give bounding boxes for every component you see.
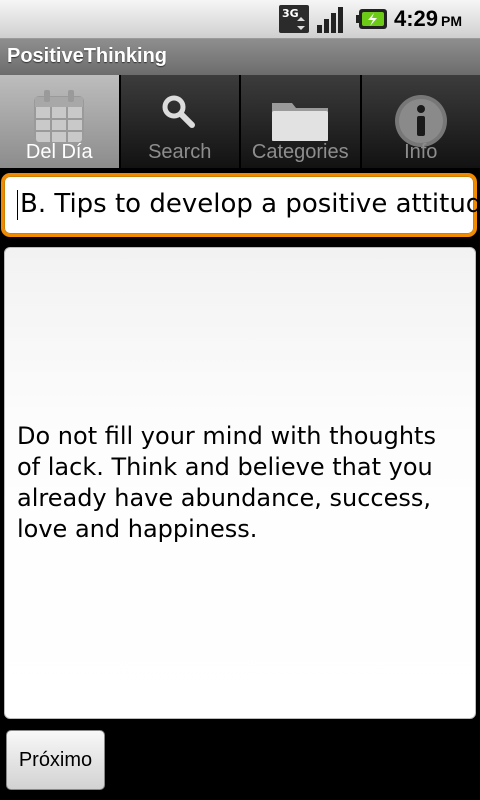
tab-label: Info: [404, 141, 438, 163]
app-title: PositiveThinking: [7, 45, 168, 67]
status-bar: 3G 4:29 PM: [0, 0, 480, 39]
3g-data-icon: 3G: [279, 5, 309, 33]
next-button[interactable]: Próximo: [6, 730, 105, 790]
calendar-icon: [34, 90, 85, 144]
tab-label: Del Día: [25, 141, 93, 163]
signal-strength-icon: [317, 7, 343, 33]
subject-text: B. Tips to develop a positive attitude: [20, 189, 480, 219]
tab-bar: Del Día Search Categories Info: [0, 75, 480, 168]
clock: 4:29 PM: [394, 6, 463, 31]
tab-info[interactable]: Info: [361, 75, 480, 168]
subject-field[interactable]: B. Tips to develop a positive attitude: [4, 176, 480, 234]
svg-text:3G: 3G: [282, 7, 299, 20]
search-icon: [162, 95, 195, 128]
app-title-bar: PositiveThinking: [0, 39, 480, 75]
tab-categories[interactable]: Categories: [241, 75, 362, 168]
tab-label: Search: [148, 141, 212, 163]
tab-search[interactable]: Search: [120, 75, 241, 168]
tip-text: Do not fill your mind with thoughts of l…: [17, 422, 436, 543]
tab-del-dia[interactable]: Del Día: [0, 75, 121, 168]
tip-content-box[interactable]: Do not fill your mind with thoughts of l…: [4, 247, 476, 719]
text-cursor: [17, 190, 18, 220]
folder-icon: [272, 103, 329, 141]
tab-label: Categories: [251, 141, 349, 163]
battery-charging-icon: [356, 9, 387, 29]
